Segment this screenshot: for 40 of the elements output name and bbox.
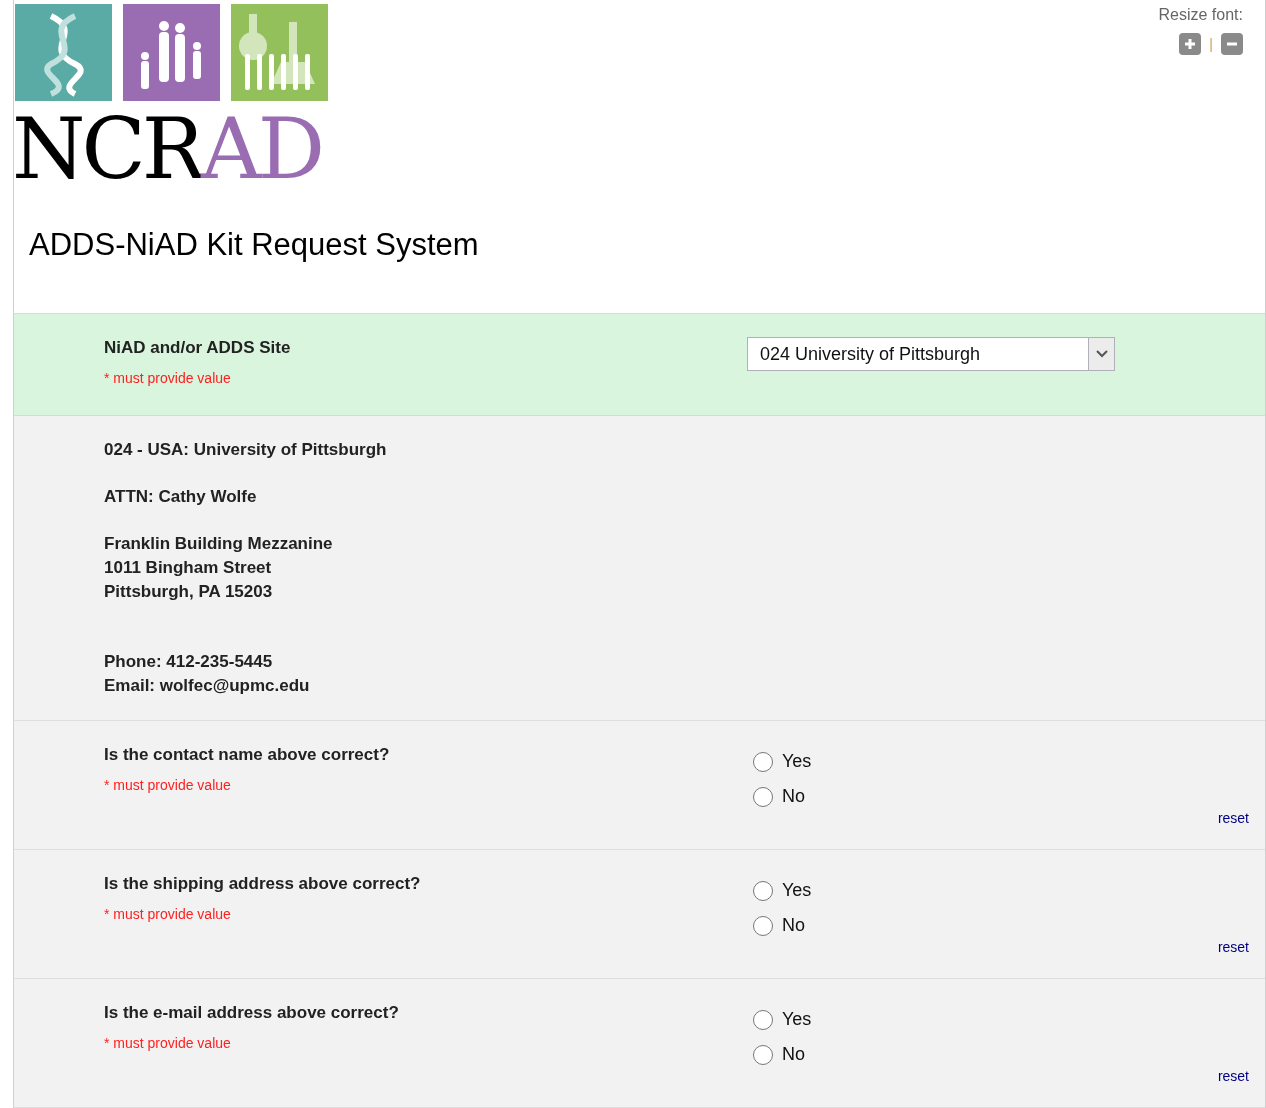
lab-glassware-icon — [231, 4, 328, 101]
radio-button[interactable] — [753, 751, 773, 772]
chevron-down-icon — [1095, 350, 1108, 359]
required-note: * must provide value — [104, 905, 232, 924]
address-line: Phone: 412-235-5445 — [104, 651, 274, 674]
option-label: Yes — [782, 879, 812, 902]
ncrad-logo: NCRAD — [12, 107, 323, 191]
resize-font-label: Resize font: — [1158, 5, 1243, 25]
radio-button[interactable] — [753, 880, 773, 901]
option-label: No — [782, 785, 805, 808]
required-note: * must provide value — [104, 1034, 232, 1053]
address-line: 1011 Bingham Street — [104, 557, 273, 580]
option-label: Yes — [782, 750, 812, 773]
reset-link[interactable]: reset — [1217, 808, 1249, 829]
plus-icon — [1183, 37, 1198, 51]
question-label: Is the shipping address above correct? — [104, 873, 422, 895]
required-note: * must provide value — [104, 776, 232, 795]
field-label: NiAD and/or ADDS Site — [104, 337, 292, 360]
radio-button[interactable] — [753, 1044, 773, 1065]
address-line: 024 - USA: University of Pittsburgh — [104, 439, 388, 462]
reset-link[interactable]: reset — [1217, 937, 1249, 958]
site-select[interactable]: 024 University of Pittsburgh — [747, 337, 1115, 372]
address-line: Pittsburgh, PA 15203 — [104, 581, 274, 604]
option-label: Yes — [782, 1008, 812, 1031]
option-label: No — [782, 914, 805, 937]
page-title: ADDS-NiAD Kit Request System — [29, 226, 479, 264]
option-label: No — [782, 1043, 805, 1066]
question-label: Is the contact name above correct? — [104, 744, 391, 766]
radio-button[interactable] — [753, 786, 773, 807]
radio-button[interactable] — [753, 915, 773, 936]
address-line: ATTN: Cathy Wolfe — [104, 486, 258, 509]
separator: | — [1209, 34, 1213, 54]
address-line: Email: wolfec@upmc.edu — [104, 675, 311, 698]
decrease-font-button[interactable] — [1221, 33, 1243, 55]
required-note: * must provide value — [104, 369, 232, 389]
question-label: Is the e-mail address above correct? — [104, 1002, 400, 1024]
radio-button[interactable] — [753, 1009, 773, 1030]
reset-link[interactable]: reset — [1217, 1066, 1249, 1087]
address-line: Franklin Building Mezzanine — [104, 533, 334, 556]
increase-font-button[interactable] — [1179, 33, 1202, 55]
